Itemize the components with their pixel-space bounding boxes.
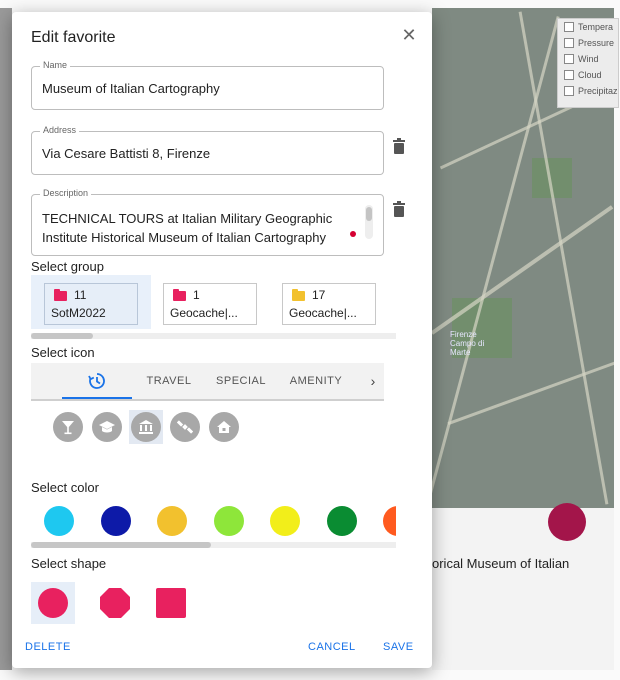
active-tab-indicator: [62, 397, 132, 399]
save-button[interactable]: SAVE: [383, 641, 414, 653]
group-count: 11: [74, 288, 87, 302]
tab-history[interactable]: [62, 363, 132, 399]
satellite-icon-button[interactable]: [168, 410, 202, 444]
favorite-pin[interactable]: [548, 503, 586, 541]
color-swatch[interactable]: [270, 506, 300, 536]
color-scroll-thumb[interactable]: [31, 542, 211, 548]
group-chip-sotm2022[interactable]: 11 SotM2022: [44, 283, 138, 325]
graduation-cap-icon: [99, 421, 115, 433]
group-chip-geocache-17[interactable]: 17 Geocache|...: [282, 283, 376, 325]
color-scrollbar[interactable]: [31, 542, 396, 548]
map-label: Firenze Campo di Marte: [450, 330, 485, 357]
folder-icon: [54, 289, 67, 301]
octagon-shape-icon: [100, 588, 130, 618]
group-count: 17: [312, 288, 326, 302]
color-swatch[interactable]: [157, 506, 187, 536]
name-label: Name: [40, 60, 71, 70]
graduation-cap-icon-button[interactable]: [90, 410, 124, 444]
description-field[interactable]: Description TECHNICAL TOURS at Italian M…: [31, 188, 384, 256]
group-name: SotM2022: [51, 306, 106, 320]
select-icon-label: Select icon: [31, 345, 95, 360]
group-scroll-thumb[interactable]: [31, 333, 93, 339]
group-chip-geocache-1[interactable]: 1 Geocache|...: [163, 283, 257, 325]
select-group-label: Select group: [31, 259, 104, 274]
delete-button[interactable]: DELETE: [25, 641, 71, 653]
museum-icon: [139, 420, 153, 434]
cocktail-icon-button[interactable]: [51, 410, 85, 444]
folder-icon: [173, 289, 186, 301]
shape-square-button[interactable]: [149, 582, 193, 624]
history-icon: [88, 373, 105, 389]
square-shape-icon: [156, 588, 186, 618]
group-scrollbar[interactable]: [31, 333, 396, 339]
home-icon-button[interactable]: [207, 410, 241, 444]
select-color-label: Select color: [31, 480, 99, 495]
group-count: 1: [193, 288, 200, 302]
icon-category-tabs: TRAVEL SPECIAL AMENITY ›: [31, 363, 384, 401]
group-name: Geocache|...: [170, 306, 238, 320]
dialog-title: Edit favorite: [31, 29, 116, 46]
edit-favorite-dialog: Edit favorite ✕ Name Museum of Italian C…: [12, 12, 432, 668]
resize-dot: [350, 231, 356, 237]
tab-amenity[interactable]: AMENITY: [285, 363, 347, 399]
group-list: 11 SotM2022 1 Geocache|... 17 Geocache|.…: [31, 275, 396, 341]
shape-octagon-button[interactable]: [93, 582, 137, 624]
layer-toggle-wind[interactable]: Wind: [558, 51, 618, 67]
background-strip: [0, 8, 12, 670]
home-icon: [217, 421, 231, 433]
museum-icon-button[interactable]: [129, 410, 163, 444]
chevron-right-icon[interactable]: ›: [363, 363, 383, 399]
tab-travel[interactable]: TRAVEL: [141, 363, 197, 399]
delete-description-icon[interactable]: [392, 201, 406, 217]
place-title: orical Museum of Italian: [432, 556, 570, 571]
group-name: Geocache|...: [289, 306, 357, 320]
cocktail-icon: [62, 421, 74, 435]
color-picker: [31, 502, 396, 546]
color-swatch[interactable]: [213, 506, 244, 536]
shape-circle-button[interactable]: [31, 582, 75, 624]
color-swatch[interactable]: [326, 506, 357, 536]
circle-shape-icon: [38, 588, 68, 618]
color-swatch[interactable]: [100, 506, 131, 536]
description-value: TECHNICAL TOURS at Italian Military Geog…: [42, 211, 333, 245]
layer-toggle-temperature[interactable]: Tempera: [558, 19, 618, 35]
satellite-icon: [177, 420, 193, 434]
select-shape-label: Select shape: [31, 556, 107, 571]
close-icon[interactable]: ✕: [400, 26, 418, 44]
layer-toggle-pressure[interactable]: Pressure: [558, 35, 618, 51]
layer-toggle-cloud[interactable]: Cloud: [558, 67, 618, 83]
place-panel: [432, 508, 614, 670]
tab-special[interactable]: SPECIAL: [211, 363, 271, 399]
layer-toggle-precipitation[interactable]: Precipitaz: [558, 83, 618, 99]
name-value: Museum of Italian Cartography: [42, 81, 220, 96]
address-value: Via Cesare Battisti 8, Firenze: [42, 146, 211, 161]
address-field[interactable]: Address Via Cesare Battisti 8, Firenze: [31, 125, 384, 175]
name-field[interactable]: Name Museum of Italian Cartography: [31, 60, 384, 110]
description-scrollbar[interactable]: [365, 205, 373, 239]
color-swatch[interactable]: [44, 506, 74, 536]
cancel-button[interactable]: CANCEL: [308, 641, 356, 653]
folder-icon: [292, 289, 305, 301]
address-label: Address: [40, 125, 80, 135]
description-label: Description: [40, 188, 92, 198]
map-layers-panel: Tempera Pressure Wind Cloud Precipitaz: [557, 18, 619, 108]
color-swatch[interactable]: [383, 506, 396, 536]
delete-address-icon[interactable]: [392, 138, 406, 154]
map-road: [432, 205, 614, 335]
